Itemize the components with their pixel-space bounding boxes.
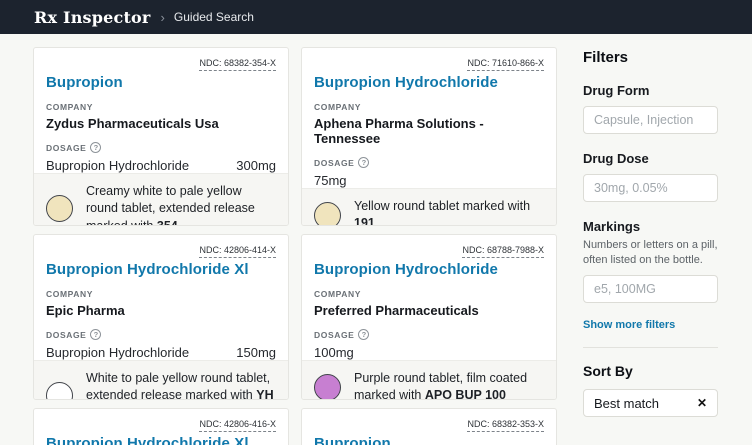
results-grid: NDC: 68382-354-X Bupropion COMPANY Zydus… [33, 47, 557, 445]
drug-card[interactable]: NDC: 68382-353-X Bupropion [301, 408, 557, 445]
pill-description: Yellow round tablet marked with [354, 199, 530, 213]
top-nav-bar: Rx Inspector › Guided Search [0, 0, 752, 34]
help-icon[interactable]: ? [358, 157, 369, 168]
sidebar-divider [583, 347, 718, 348]
filters-heading: Filters [583, 49, 718, 66]
filters-sidebar: Filters Drug Form Drug Dose Markings Num… [583, 47, 718, 445]
dosage-amount: 75mg [314, 173, 347, 188]
markings-help-text: Numbers or letters on a pill, often list… [583, 238, 718, 267]
ndc-link[interactable]: NDC: 71610-866-X [467, 57, 544, 71]
drug-dose-input[interactable] [583, 174, 718, 202]
breadcrumb-guided-search[interactable]: Guided Search [174, 10, 254, 24]
dosage-label: DOSAGE [46, 143, 86, 153]
dosage-amount: 150mg [236, 345, 276, 360]
drug-form-label: Drug Form [583, 83, 718, 98]
sort-selector[interactable]: Best match ✕ [583, 389, 718, 417]
help-icon[interactable]: ? [90, 142, 101, 153]
pill-description-strip: Purple round tablet, film coated marked … [302, 360, 556, 400]
dosage-label: DOSAGE [314, 158, 354, 168]
dosage-label: DOSAGE [314, 330, 354, 340]
ndc-link[interactable]: NDC: 42806-414-X [199, 244, 276, 258]
pill-swatch-icon [314, 374, 341, 400]
app-window: Rx Inspector › Guided Search NDC: 68382-… [0, 0, 752, 445]
company-label: COMPANY [46, 102, 93, 112]
ndc-link[interactable]: NDC: 68382-353-X [467, 418, 544, 432]
help-icon[interactable]: ? [358, 329, 369, 340]
chevron-right-icon: › [161, 10, 165, 25]
company-label: COMPANY [314, 102, 361, 112]
drug-card[interactable]: NDC: 71610-866-X Bupropion Hydrochloride… [301, 47, 557, 226]
pill-imprint: 354 [157, 219, 178, 227]
brand-logo[interactable]: Rx Inspector [34, 8, 151, 27]
drug-title: Bupropion Hydrochloride Xl [46, 261, 276, 278]
pill-imprint: 191 [354, 216, 375, 226]
drug-title: Bupropion Hydrochloride [314, 74, 544, 91]
dosage-amount: 300mg [236, 158, 276, 173]
drug-form-input[interactable] [583, 106, 718, 134]
sort-selected-value: Best match [594, 396, 659, 411]
company-name: Zydus Pharmaceuticals Usa [46, 116, 276, 131]
close-icon[interactable]: ✕ [697, 397, 707, 409]
dosage-substance: Bupropion Hydrochloride [46, 345, 189, 360]
drug-title: Bupropion [46, 74, 276, 91]
ndc-link[interactable]: NDC: 68382-354-X [199, 57, 276, 71]
show-more-filters-link[interactable]: Show more filters [583, 319, 675, 331]
drug-card[interactable]: NDC: 42806-414-X Bupropion Hydrochloride… [33, 234, 289, 400]
drug-card[interactable]: NDC: 42806-416-X Bupropion Hydrochloride… [33, 408, 289, 445]
drug-dose-label: Drug Dose [583, 151, 718, 166]
drug-title: Bupropion Hydrochloride Xl [46, 435, 276, 445]
ndc-link[interactable]: NDC: 42806-416-X [199, 418, 276, 432]
dosage-amount: 100mg [314, 345, 354, 360]
help-icon[interactable]: ? [90, 329, 101, 340]
pill-swatch-icon [314, 202, 341, 226]
main-content: NDC: 68382-354-X Bupropion COMPANY Zydus… [0, 34, 752, 445]
pill-swatch-icon [46, 195, 73, 222]
ndc-link[interactable]: NDC: 68788-7988-X [462, 244, 544, 258]
pill-description-strip: Creamy white to pale yellow round tablet… [34, 173, 288, 226]
pill-imprint: APO BUP 100 [425, 388, 506, 400]
drug-title: Bupropion [314, 435, 544, 445]
markings-label: Markings [583, 219, 718, 234]
company-name: Preferred Pharmaceuticals [314, 303, 544, 318]
dosage-label: DOSAGE [46, 330, 86, 340]
pill-swatch-icon [46, 382, 73, 400]
pill-description: White to pale yellow round tablet, exten… [86, 371, 270, 400]
company-name: Aphena Pharma Solutions - Tennessee [314, 116, 544, 146]
pill-description-strip: White to pale yellow round tablet, exten… [34, 360, 288, 400]
pill-description-strip: Yellow round tablet marked with 191 [302, 188, 556, 226]
dosage-substance: Bupropion Hydrochloride [46, 158, 189, 173]
drug-title: Bupropion Hydrochloride [314, 261, 544, 278]
company-label: COMPANY [46, 289, 93, 299]
markings-input[interactable] [583, 275, 718, 303]
company-name: Epic Pharma [46, 303, 276, 318]
company-label: COMPANY [314, 289, 361, 299]
drug-card[interactable]: NDC: 68382-354-X Bupropion COMPANY Zydus… [33, 47, 289, 226]
sort-by-heading: Sort By [583, 363, 718, 379]
drug-card[interactable]: NDC: 68788-7988-X Bupropion Hydrochlorid… [301, 234, 557, 400]
